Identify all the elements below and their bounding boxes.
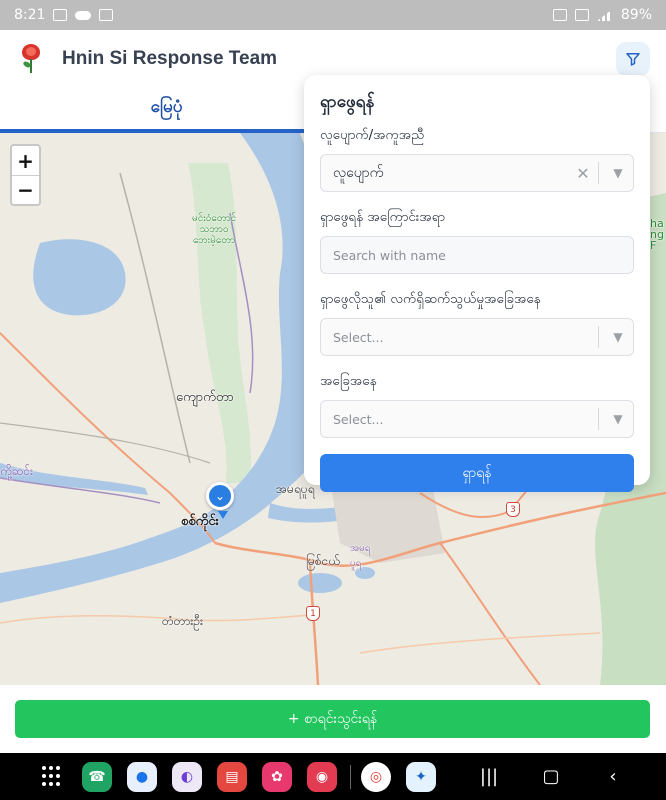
contact-status-select[interactable]: Select... ▼: [320, 318, 634, 356]
app-title: Hnin Si Response Team: [62, 48, 278, 69]
battery-level: 89%: [620, 7, 652, 23]
messages-app-icon[interactable]: ●: [127, 761, 157, 792]
select-separator: [598, 162, 599, 184]
map-label-sagaing: စစ်ကိုင်း: [181, 514, 219, 529]
description-label: ရှာဖွေရန် အကြောင်းအရာ: [320, 209, 446, 225]
map-label-west: ကို့ဆင်း: [0, 464, 34, 478]
map-label-edge: ha ng F: [650, 217, 664, 252]
search-field[interactable]: [320, 236, 634, 274]
select-separator: [598, 408, 599, 430]
bird-app-icon[interactable]: ✦: [406, 761, 436, 792]
zoom-out-button[interactable]: −: [12, 175, 39, 204]
tab-map[interactable]: မြေပုံ: [0, 88, 333, 133]
select-separator: [598, 326, 599, 348]
map-label-tadaoo: တံတားဦး: [162, 614, 204, 628]
zoom-control: + −: [10, 144, 41, 206]
map-label-forest: မင်းဝံတောင် သဘာဝ ဘေးမဲ့တော: [192, 213, 237, 246]
key-icon: [552, 9, 567, 21]
status-bar: 8:21 89%: [0, 0, 666, 30]
cloud-icon: [75, 10, 92, 20]
mute-icon: [574, 9, 589, 21]
filter-button[interactable]: [616, 42, 650, 76]
browser-app-icon[interactable]: ◐: [172, 761, 202, 792]
location-marker-icon[interactable]: ⌄: [206, 482, 234, 519]
contact-status-label: ရှာဖွေလိုသူ၏ လက်ရှိဆက်သွယ်မှုအခြေအနေ: [320, 291, 541, 307]
rose-logo-icon: [20, 44, 42, 74]
filter-icon: [626, 53, 640, 66]
type-select-value: လူပျောက်: [333, 164, 384, 181]
type-label: လူပျောက်/အကူအညီ: [320, 127, 425, 143]
notes-app-icon[interactable]: ▤: [217, 761, 247, 792]
flower-app-icon[interactable]: ✿: [262, 761, 292, 792]
recent-apps-icon[interactable]: |||: [477, 766, 501, 787]
search-input[interactable]: [333, 247, 633, 263]
zoom-in-button[interactable]: +: [12, 146, 39, 175]
status-label: အခြေအနေ: [320, 373, 377, 389]
back-icon[interactable]: ‹: [601, 766, 625, 787]
type-select[interactable]: လူပျောက် ✕ ▼: [320, 154, 634, 192]
search-filter-panel: ရှာဖွေရန် လူပျောက်/အကူအညီ လူပျောက် ✕ ▼ ရ…: [304, 75, 650, 492]
map-label-kyaukphyu: ကျောက်တာ: [176, 390, 234, 405]
status-time: 8:21: [14, 7, 46, 23]
search-button[interactable]: ရှာရန်: [320, 454, 634, 492]
chevron-down-icon[interactable]: ▼: [603, 330, 633, 344]
status-placeholder: Select...: [333, 411, 384, 427]
register-button[interactable]: + စာရင်းသွင်းရန်: [15, 700, 650, 738]
status-select[interactable]: Select... ▼: [320, 400, 634, 438]
dock-separator: [350, 764, 351, 789]
road-shield-1: 1: [306, 606, 320, 621]
signal-icon: [596, 9, 613, 21]
map-label-amarapura-2: အမရ ပူရ: [350, 543, 371, 569]
phone-app-icon[interactable]: ☎: [82, 761, 112, 792]
contact-status-placeholder: Select...: [333, 329, 384, 345]
system-nav-bar: ☎ ● ◐ ▤ ✿ ◉ ◎ ✦ ||| ▢ ‹: [0, 753, 666, 800]
chevron-down-icon[interactable]: ▼: [603, 412, 633, 426]
map-label-amarapura: အမရပူရ: [276, 482, 315, 496]
home-icon[interactable]: ▢: [539, 766, 563, 787]
notification-icon: [99, 9, 114, 21]
app-drawer-icon[interactable]: [42, 765, 64, 788]
bottom-action-area: + စာရင်းသွင်းရန်: [0, 685, 666, 753]
road-shield-3: 3: [506, 502, 520, 517]
panel-title: ရှာဖွေရန်: [320, 92, 375, 112]
camera-app-icon[interactable]: ◉: [307, 761, 337, 792]
map-label-myitnge: မြစ်ငယ်: [306, 554, 340, 568]
clear-icon[interactable]: ✕: [572, 164, 594, 183]
chrome-app-icon[interactable]: ◎: [361, 761, 391, 792]
gallery-icon: [53, 9, 68, 21]
chevron-down-icon[interactable]: ▼: [603, 166, 633, 180]
